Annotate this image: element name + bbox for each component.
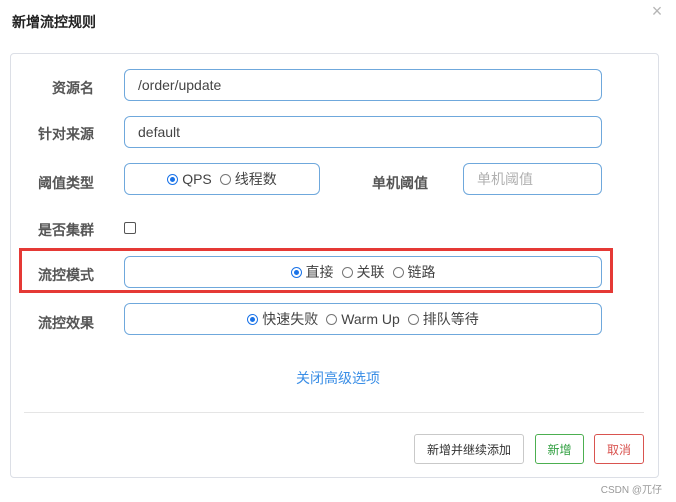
- radio-label-relate: 关联: [356, 264, 385, 280]
- radio-option-thread[interactable]: 线程数: [219, 169, 277, 189]
- strategy-radio-group: 直接 关联 链路: [124, 256, 602, 288]
- radio-label-thread: 线程数: [234, 171, 277, 187]
- radio-label-warm-up: Warm Up: [341, 311, 400, 327]
- footer-divider: [24, 412, 644, 413]
- cancel-button[interactable]: 取消: [594, 434, 644, 464]
- radio-label-qps: QPS: [182, 171, 212, 187]
- radio-label-fast-fail: 快速失败: [262, 311, 319, 327]
- control-behavior-radio-group: 快速失败 Warm Up 排队等待: [124, 303, 602, 335]
- radio-label-direct: 直接: [305, 264, 334, 280]
- count-input[interactable]: 单机阈值: [463, 163, 602, 195]
- radio-option-direct[interactable]: 直接: [290, 262, 334, 282]
- radio-warm-up[interactable]: [326, 313, 338, 325]
- radio-option-chain[interactable]: 链路: [392, 262, 436, 282]
- radio-qps[interactable]: [167, 173, 179, 185]
- radio-label-chain: 链路: [407, 264, 436, 280]
- radio-label-queue: 排队等待: [422, 311, 479, 327]
- advanced-options-toggle[interactable]: 关闭高级选项: [0, 368, 676, 388]
- radio-thread[interactable]: [219, 173, 231, 185]
- radio-option-warm-up[interactable]: Warm Up: [326, 311, 400, 327]
- radio-relate[interactable]: [341, 266, 353, 278]
- limit-app-input[interactable]: default: [124, 116, 602, 148]
- radio-chain[interactable]: [392, 266, 404, 278]
- radio-direct[interactable]: [290, 266, 302, 278]
- grade-label: 阈值类型: [38, 175, 94, 191]
- count-label: 单机阈值: [372, 175, 428, 191]
- radio-queue[interactable]: [407, 313, 419, 325]
- control-behavior-label: 流控效果: [38, 315, 94, 331]
- close-icon[interactable]: ×: [648, 2, 666, 20]
- limit-app-label: 针对来源: [38, 126, 94, 142]
- strategy-label: 流控模式: [38, 267, 94, 283]
- radio-option-fast-fail[interactable]: 快速失败: [247, 309, 318, 329]
- add-button[interactable]: 新增: [535, 434, 584, 464]
- radio-option-relate[interactable]: 关联: [341, 262, 385, 282]
- dialog-title: 新增流控规则: [12, 14, 96, 30]
- radio-option-queue[interactable]: 排队等待: [407, 309, 479, 329]
- resource-label: 资源名: [52, 80, 94, 96]
- watermark: CSDN @兀仔: [600, 485, 662, 496]
- cluster-checkbox[interactable]: [124, 222, 136, 234]
- add-and-continue-button[interactable]: 新增并继续添加: [414, 434, 524, 464]
- cluster-label: 是否集群: [38, 222, 94, 238]
- radio-option-qps[interactable]: QPS: [167, 171, 212, 187]
- grade-radio-group: QPS 线程数: [124, 163, 320, 195]
- radio-fast-fail[interactable]: [247, 313, 259, 325]
- resource-input[interactable]: /order/update: [124, 69, 602, 101]
